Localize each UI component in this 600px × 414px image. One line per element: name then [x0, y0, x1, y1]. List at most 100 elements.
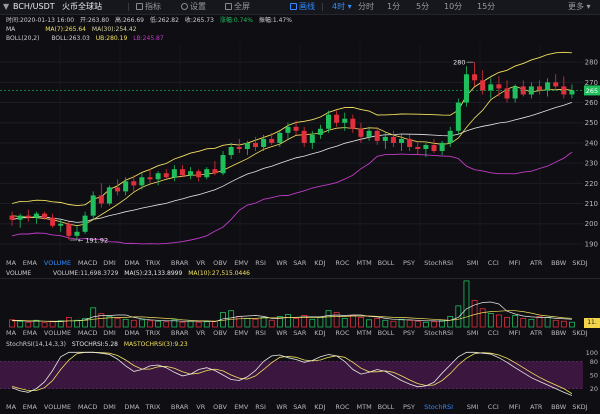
- indicator-tab-dma[interactable]: DMA: [124, 258, 139, 268]
- indicator-tab-ema[interactable]: EMA: [23, 328, 37, 338]
- indicator-tab-boll[interactable]: BOLL: [378, 258, 395, 268]
- indicator-tab-skdj[interactable]: SKDJ: [572, 402, 587, 412]
- indicator-tab-emv[interactable]: EMV: [234, 328, 248, 338]
- boll-upper-line: [11, 51, 572, 207]
- indicator-tab-dmi[interactable]: DMI: [103, 258, 116, 268]
- indicator-tab-rsi[interactable]: RSI: [255, 402, 266, 412]
- interval-tab[interactable]: 10分: [444, 2, 462, 12]
- indicator-tab-dmi[interactable]: DMI: [103, 402, 116, 412]
- indicator-tab-brar[interactable]: BRAR: [171, 258, 189, 268]
- indicator-tab-emv[interactable]: EMV: [234, 402, 248, 412]
- fullscreen-button[interactable]: 全屏: [225, 2, 250, 12]
- indicator-tab-vr[interactable]: VR: [196, 328, 205, 338]
- indicator-tab-dma[interactable]: DMA: [124, 402, 139, 412]
- symbol-label[interactable]: BCH/USDT: [13, 2, 55, 12]
- indicator-tab-sar[interactable]: SAR: [293, 328, 306, 338]
- volume-chart[interactable]: [0, 278, 600, 328]
- indicator-tab-stochrsi[interactable]: StochRSI: [424, 402, 453, 412]
- indicator-tab-ma[interactable]: MA: [6, 328, 16, 338]
- indicator-tab-stochrsi[interactable]: StochRSI: [424, 258, 453, 268]
- indicator-tab-cci[interactable]: CCI: [488, 402, 499, 412]
- indicator-tab-skdj[interactable]: SKDJ: [572, 258, 587, 268]
- indicator-tab-atr[interactable]: ATR: [530, 402, 542, 412]
- indicator-tab-skdj[interactable]: SKDJ: [572, 328, 587, 338]
- indicator-tab-stochrsi[interactable]: StochRSI: [424, 328, 453, 338]
- indicator-tab-vr[interactable]: VR: [196, 402, 205, 412]
- interval-tab[interactable]: 分时: [358, 2, 374, 12]
- indicator-tab-ema[interactable]: EMA: [23, 402, 37, 412]
- indicator-tab-cci[interactable]: CCI: [488, 258, 499, 268]
- settings-button[interactable]: 设置: [181, 2, 206, 12]
- indicator-tab-dma[interactable]: DMA: [124, 328, 139, 338]
- toolbar-divider: [128, 3, 129, 11]
- indicator-tab-mfi[interactable]: MFI: [509, 402, 520, 412]
- indicator-tab-mfi[interactable]: MFI: [509, 328, 520, 338]
- indicator-tab-ma[interactable]: MA: [6, 402, 16, 412]
- candlestick-chart[interactable]: 190200210220230240250260270280280← 191.9…: [0, 44, 600, 259]
- indicator-tab-macd[interactable]: MACD: [78, 258, 97, 268]
- indicator-tab-obv[interactable]: OBV: [213, 328, 227, 338]
- indicator-tab-bbw[interactable]: BBW: [551, 402, 566, 412]
- indicator-tab-atr[interactable]: ATR: [530, 258, 542, 268]
- indicator-tab-bbw[interactable]: BBW: [551, 258, 566, 268]
- indicator-tab-roc[interactable]: ROC: [335, 402, 349, 412]
- volume-bar: [560, 320, 567, 328]
- indicator-tab-wr[interactable]: WR: [276, 328, 287, 338]
- draw-button[interactable]: 画线: [290, 2, 315, 12]
- indicator-tab-mtm[interactable]: MTM: [357, 402, 372, 412]
- indicator-tab-psy[interactable]: PSY: [403, 402, 415, 412]
- more-button[interactable]: 更多 ▾: [568, 2, 591, 12]
- indicator-tab-wr[interactable]: WR: [276, 402, 287, 412]
- indicator-tab-cci[interactable]: CCI: [488, 328, 499, 338]
- stochrsi-chart[interactable]: 20 50 80100: [0, 348, 600, 402]
- indicator-tab-smi[interactable]: SMI: [467, 258, 479, 268]
- indicator-tab-macd[interactable]: MACD: [78, 328, 97, 338]
- indicator-tab-vr[interactable]: VR: [196, 258, 205, 268]
- indicator-tab-kdj[interactable]: KDJ: [314, 402, 325, 412]
- indicator-tab-trix[interactable]: TRIX: [146, 328, 161, 338]
- indicator-button[interactable]: 指标: [136, 2, 161, 12]
- dropdown-icon[interactable]: ▼: [3, 2, 9, 12]
- candle-body: [171, 169, 177, 178]
- indicator-tab-wr[interactable]: WR: [276, 258, 287, 268]
- interval-tab[interactable]: 15分: [477, 2, 495, 12]
- indicator-tab-kdj[interactable]: KDJ: [314, 328, 325, 338]
- indicator-tab-ma[interactable]: MA: [6, 258, 16, 268]
- indicator-tab-trix[interactable]: TRIX: [146, 402, 161, 412]
- indicator-tab-obv[interactable]: OBV: [213, 402, 227, 412]
- indicator-tab-sar[interactable]: SAR: [293, 402, 306, 412]
- indicator-tab-psy[interactable]: PSY: [403, 328, 415, 338]
- indicator-tab-bbw[interactable]: BBW: [551, 328, 566, 338]
- indicator-tab-psy[interactable]: PSY: [403, 258, 415, 268]
- indicator-tab-roc[interactable]: ROC: [335, 258, 349, 268]
- indicator-tab-brar[interactable]: BRAR: [171, 328, 189, 338]
- indicator-tab-brar[interactable]: BRAR: [171, 402, 189, 412]
- indicator-tab-trix[interactable]: TRIX: [146, 258, 161, 268]
- interval-tab[interactable]: 1分: [387, 2, 400, 12]
- indicator-tab-smi[interactable]: SMI: [467, 402, 479, 412]
- indicator-tab-smi[interactable]: SMI: [467, 328, 479, 338]
- indicator-tab-sar[interactable]: SAR: [293, 258, 306, 268]
- candle-body: [334, 114, 340, 123]
- indicator-tab-volume[interactable]: VOLUME: [44, 328, 71, 338]
- indicator-tab-mtm[interactable]: MTM: [357, 258, 372, 268]
- indicator-tab-obv[interactable]: OBV: [213, 258, 227, 268]
- indicator-tab-mfi[interactable]: MFI: [509, 258, 520, 268]
- indicator-tab-rsi[interactable]: RSI: [255, 258, 266, 268]
- indicator-tab-boll[interactable]: BOLL: [378, 328, 395, 338]
- indicator-tab-boll[interactable]: BOLL: [378, 402, 395, 412]
- indicator-tab-kdj[interactable]: KDJ: [314, 258, 325, 268]
- indicator-tab-ema[interactable]: EMA: [23, 258, 37, 268]
- indicator-tab-rsi[interactable]: RSI: [255, 328, 266, 338]
- interval-tab[interactable]: 5分: [416, 2, 429, 12]
- indicator-tab-roc[interactable]: ROC: [335, 328, 349, 338]
- indicator-tab-macd[interactable]: MACD: [78, 402, 97, 412]
- indicator-tab-dmi[interactable]: DMI: [103, 328, 116, 338]
- indicator-tab-volume[interactable]: VOLUME: [44, 402, 71, 412]
- interval-selected[interactable]: 4时 ▾: [332, 2, 352, 12]
- indicator-tab-mtm[interactable]: MTM: [357, 328, 372, 338]
- y-tick-label: 280: [585, 59, 598, 67]
- indicator-tab-atr[interactable]: ATR: [530, 328, 542, 338]
- indicator-tab-volume[interactable]: VOLUME: [44, 258, 71, 268]
- indicator-tab-emv[interactable]: EMV: [234, 258, 248, 268]
